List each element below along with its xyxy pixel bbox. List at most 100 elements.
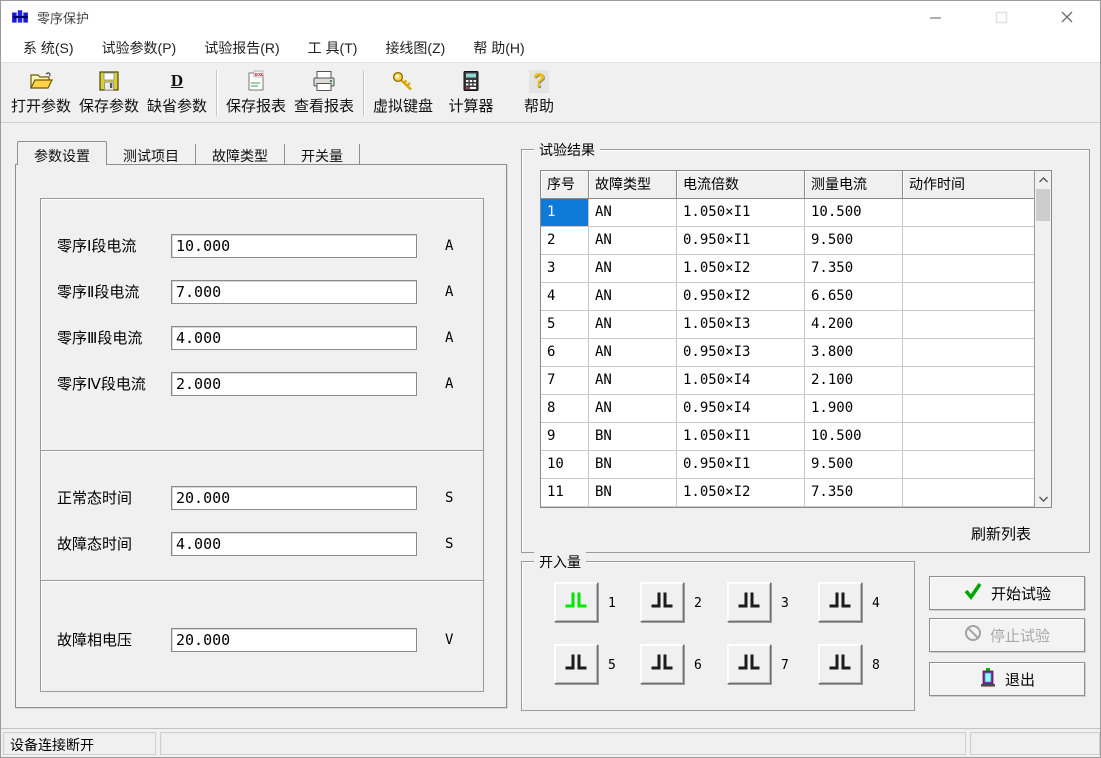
table-cell[interactable]	[903, 423, 1034, 451]
table-cell[interactable]: 10.500	[805, 423, 903, 451]
table-cell[interactable]: 6.650	[805, 283, 903, 311]
menu-item[interactable]: 接线图(Z)	[371, 34, 459, 62]
table-cell[interactable]: BN	[589, 479, 677, 507]
table-row[interactable]: 1AN1.050×I110.500	[541, 199, 1034, 227]
tab-测试项目[interactable]: 测试项目	[107, 144, 196, 164]
table-row[interactable]: 8AN0.950×I41.900	[541, 395, 1034, 423]
table-cell[interactable]: 7.350	[805, 255, 903, 283]
digital-input-switch-1[interactable]	[554, 582, 598, 622]
table-cell[interactable]: 7	[541, 367, 589, 395]
table-cell[interactable]: 1.050×I4	[677, 367, 805, 395]
menu-item[interactable]: 工 具(T)	[294, 34, 372, 62]
scroll-down-icon[interactable]	[1035, 490, 1051, 507]
tab-故障类型[interactable]: 故障类型	[196, 144, 285, 164]
digital-input-switch-3[interactable]	[727, 582, 771, 622]
scrollbar-thumb[interactable]	[1036, 189, 1050, 221]
start-test-button[interactable]: 开始试验	[929, 576, 1085, 610]
menu-item[interactable]: 试验参数(P)	[88, 34, 191, 62]
table-cell[interactable]: AN	[589, 255, 677, 283]
table-cell[interactable]	[903, 479, 1034, 507]
exit-button[interactable]: 退出	[929, 662, 1085, 696]
digital-input-switch-6[interactable]	[640, 644, 684, 684]
menu-item[interactable]: 帮 助(H)	[459, 34, 538, 62]
table-cell[interactable]: 0.950×I1	[677, 227, 805, 255]
table-cell[interactable]: AN	[589, 311, 677, 339]
table-row[interactable]: 9BN1.050×I110.500	[541, 423, 1034, 451]
close-button[interactable]	[1034, 1, 1100, 33]
column-header[interactable]: 序号	[541, 171, 589, 199]
scrollbar-track[interactable]	[1035, 222, 1051, 490]
table-cell[interactable]: 1.050×I1	[677, 423, 805, 451]
table-row[interactable]: 2AN0.950×I19.500	[541, 227, 1034, 255]
table-row[interactable]: 5AN1.050×I34.200	[541, 311, 1034, 339]
table-cell[interactable]: AN	[589, 339, 677, 367]
field-input[interactable]	[171, 280, 417, 304]
table-cell[interactable]: AN	[589, 367, 677, 395]
maximize-button[interactable]	[968, 1, 1034, 33]
table-cell[interactable]: 1.050×I1	[677, 199, 805, 227]
table-cell[interactable]: 10.500	[805, 199, 903, 227]
tab-开关量[interactable]: 开关量	[285, 144, 360, 164]
toolbar-button-default-params[interactable]: D缺省参数	[143, 66, 211, 120]
table-cell[interactable]	[903, 451, 1034, 479]
table-cell[interactable]: 0.950×I3	[677, 339, 805, 367]
table-cell[interactable]: 9	[541, 423, 589, 451]
table-cell[interactable]: 9.500	[805, 227, 903, 255]
digital-input-switch-5[interactable]	[554, 644, 598, 684]
field-input[interactable]	[171, 628, 417, 652]
column-header[interactable]: 测量电流	[805, 171, 903, 199]
digital-input-switch-8[interactable]	[818, 644, 862, 684]
column-header[interactable]: 故障类型	[589, 171, 677, 199]
table-cell[interactable]: BN	[589, 451, 677, 479]
digital-input-switch-4[interactable]	[818, 582, 862, 622]
table-row[interactable]: 4AN0.950×I26.650	[541, 283, 1034, 311]
table-cell[interactable]	[903, 395, 1034, 423]
column-header[interactable]: 动作时间	[903, 171, 1034, 199]
stop-test-button[interactable]: 停止试验	[929, 618, 1085, 652]
field-input[interactable]	[171, 486, 417, 510]
table-cell[interactable]: 3	[541, 255, 589, 283]
table-cell[interactable]: 9.500	[805, 451, 903, 479]
scroll-up-icon[interactable]	[1035, 171, 1051, 188]
table-cell[interactable]: 11	[541, 479, 589, 507]
table-cell[interactable]	[903, 283, 1034, 311]
table-cell[interactable]: 1.050×I2	[677, 479, 805, 507]
tab-参数设置[interactable]: 参数设置	[17, 141, 107, 165]
table-cell[interactable]	[903, 339, 1034, 367]
field-input[interactable]	[171, 532, 417, 556]
toolbar-button-save-report[interactable]: EXL保存报表	[222, 66, 290, 120]
table-cell[interactable]: 10	[541, 451, 589, 479]
menu-item[interactable]: 试验报告(R)	[190, 34, 293, 62]
table-cell[interactable]	[903, 199, 1034, 227]
table-row[interactable]: 6AN0.950×I33.800	[541, 339, 1034, 367]
table-row[interactable]: 10BN0.950×I19.500	[541, 451, 1034, 479]
table-cell[interactable]: 1.900	[805, 395, 903, 423]
table-row[interactable]: 11BN1.050×I27.350	[541, 479, 1034, 507]
table-cell[interactable]: 1	[541, 199, 589, 227]
table-cell[interactable]: 4.200	[805, 311, 903, 339]
field-input[interactable]	[171, 326, 417, 350]
minimize-button[interactable]	[902, 1, 968, 33]
toolbar-button-open-folder[interactable]: 打开参数	[7, 66, 75, 120]
table-cell[interactable]: AN	[589, 283, 677, 311]
table-cell[interactable]: 2.100	[805, 367, 903, 395]
table-row[interactable]: 7AN1.050×I42.100	[541, 367, 1034, 395]
table-cell[interactable]: 8	[541, 395, 589, 423]
toolbar-button-view-report[interactable]: 查看报表	[290, 66, 358, 120]
toolbar-button-save[interactable]: 保存参数	[75, 66, 143, 120]
digital-input-switch-7[interactable]	[727, 644, 771, 684]
table-cell[interactable]: BN	[589, 423, 677, 451]
field-input[interactable]	[171, 372, 417, 396]
table-cell[interactable]: 2	[541, 227, 589, 255]
results-scrollbar[interactable]	[1034, 171, 1051, 507]
table-cell[interactable]	[903, 255, 1034, 283]
table-cell[interactable]: AN	[589, 395, 677, 423]
digital-input-switch-2[interactable]	[640, 582, 684, 622]
table-cell[interactable]: 1.050×I3	[677, 311, 805, 339]
table-cell[interactable]: 4	[541, 283, 589, 311]
table-cell[interactable]: 7.350	[805, 479, 903, 507]
table-cell[interactable]: 5	[541, 311, 589, 339]
table-cell[interactable]: 0.950×I2	[677, 283, 805, 311]
table-cell[interactable]: 3.800	[805, 339, 903, 367]
table-cell[interactable]	[903, 367, 1034, 395]
